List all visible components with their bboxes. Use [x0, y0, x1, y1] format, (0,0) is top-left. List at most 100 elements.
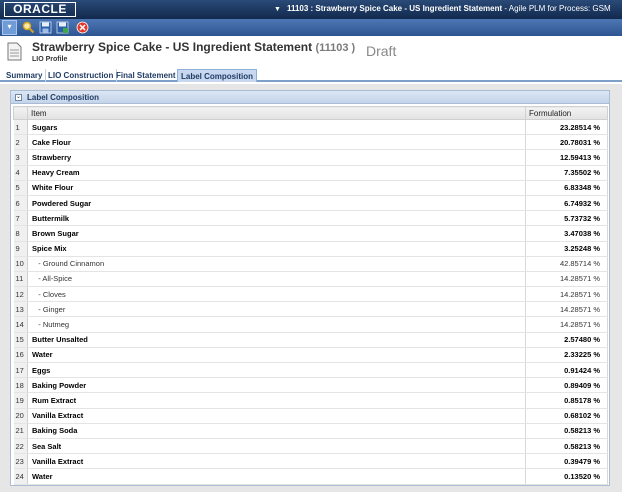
row-number: 19 — [13, 392, 28, 409]
row-number: 20 — [13, 408, 28, 424]
formulation-cell: 6.83348 % — [525, 180, 608, 196]
row-number: 21 — [13, 423, 28, 439]
window-title-suffix: - Agile PLM for Process: GSM — [502, 4, 611, 13]
row-number: 16 — [13, 347, 28, 364]
page-title-text: Strawberry Spice Cake - US Ingredient St… — [32, 40, 313, 54]
table-row[interactable]: 20 Vanilla Extract 0.68102 % — [13, 408, 608, 424]
table-body: 1 Sugars 23.28514 % 2 Cake Flour 20.78031 % 3 S… — [13, 119, 608, 485]
table-row[interactable]: 14 - Nutmeg 14.28571 % — [13, 316, 608, 333]
table-row[interactable]: 5 White Flour 6.83348 % — [13, 180, 608, 196]
label-composition-panel: ⌄ Label Composition Item Formulation 1 Su… — [10, 90, 610, 486]
item-cell: Water — [27, 468, 526, 485]
row-number: 17 — [13, 362, 28, 379]
column-header-item[interactable]: Item — [27, 106, 526, 120]
search-icon[interactable] — [22, 21, 35, 34]
item-cell: Vanilla Extract — [27, 408, 526, 424]
formulation-cell: 6.74932 % — [525, 195, 608, 212]
table-row[interactable]: 23 Vanilla Extract 0.39479 % — [13, 453, 608, 470]
row-number: 5 — [13, 180, 28, 196]
panel-header: ⌄ Label Composition — [11, 91, 609, 104]
tab-lio-construction[interactable]: LIO Construction — [45, 69, 118, 82]
table-row[interactable]: 7 Buttermilk 5.73732 % — [13, 210, 608, 227]
item-cell: Vanilla Extract — [27, 453, 526, 470]
collapse-icon[interactable]: ⌄ — [15, 94, 22, 101]
formulation-cell: 23.28514 % — [525, 119, 608, 136]
item-cell: Sea Salt — [27, 438, 526, 455]
item-cell: - Nutmeg — [27, 316, 526, 333]
formulation-cell: 14.28571 % — [525, 316, 608, 333]
row-number: 7 — [13, 210, 28, 227]
item-cell: - Ground Cinnamon — [27, 256, 526, 272]
window-title-main: 11103 : Strawberry Spice Cake - US Ingre… — [286, 4, 503, 13]
row-number: 24 — [13, 468, 28, 485]
item-cell: Powdered Sugar — [27, 195, 526, 212]
row-number-header — [13, 106, 28, 120]
toolbar: ▾ — [0, 19, 622, 36]
formulation-cell: 42.85714 % — [525, 256, 608, 272]
tab-label-composition[interactable]: Label Composition — [177, 69, 257, 82]
save-as-icon[interactable] — [56, 21, 69, 34]
formulation-cell: 12.59413 % — [525, 149, 608, 166]
formulation-cell: 0.68102 % — [525, 408, 608, 424]
formulation-cell: 14.28571 % — [525, 286, 608, 303]
formulation-cell: 0.58213 % — [525, 438, 608, 455]
formulation-cell: 0.85178 % — [525, 392, 608, 409]
table-row[interactable]: 13 - Ginger 14.28571 % — [13, 301, 608, 318]
table-row[interactable]: 16 Water 2.33225 % — [13, 347, 608, 364]
table-row[interactable]: 12 - Cloves 14.28571 % — [13, 286, 608, 303]
table-row[interactable]: 17 Eggs 0.91424 % — [13, 362, 608, 379]
panel-title: Label Composition — [27, 93, 99, 102]
formulation-cell: 0.91424 % — [525, 362, 608, 379]
item-cell: Heavy Cream — [27, 165, 526, 181]
status-label: Draft — [366, 43, 397, 59]
table-row[interactable]: 24 Water 0.13520 % — [13, 468, 608, 485]
item-cell: Buttermilk — [27, 210, 526, 227]
table-row[interactable]: 2 Cake Flour 20.78031 % — [13, 134, 608, 151]
formulation-cell: 0.58213 % — [525, 423, 608, 439]
item-cell: Strawberry — [27, 149, 526, 166]
table-row[interactable]: 21 Baking Soda 0.58213 % — [13, 423, 608, 439]
row-number: 6 — [13, 195, 28, 212]
item-cell: - Ginger — [27, 301, 526, 318]
table-row[interactable]: 9 Spice Mix 3.25248 % — [13, 241, 608, 257]
row-number: 8 — [13, 225, 28, 242]
table-row[interactable]: 11 - All-Spice 14.28571 % — [13, 271, 608, 288]
dropdown-arrow-icon[interactable]: ▼ — [274, 6, 281, 13]
document-icon — [7, 42, 22, 61]
formulation-cell: 3.25248 % — [525, 241, 608, 257]
table-row[interactable]: 19 Rum Extract 0.85178 % — [13, 392, 608, 409]
formulation-cell: 5.73732 % — [525, 210, 608, 227]
tab-final-statement[interactable]: Final Statement — [113, 69, 180, 82]
item-cell: - All-Spice — [27, 271, 526, 288]
table-row[interactable]: 6 Powdered Sugar 6.74932 % — [13, 195, 608, 212]
table-row[interactable]: 4 Heavy Cream 7.35502 % — [13, 165, 608, 181]
item-cell: Baking Soda — [27, 423, 526, 439]
row-number: 3 — [13, 149, 28, 166]
item-cell: Eggs — [27, 362, 526, 379]
window-title: ▼ 11103 : Strawberry Spice Cake - US Ingr… — [274, 4, 611, 13]
row-number: 9 — [13, 241, 28, 257]
item-cell: Spice Mix — [27, 241, 526, 257]
save-icon[interactable] — [39, 21, 52, 34]
row-number: 2 — [13, 134, 28, 151]
column-header-formulation[interactable]: Formulation — [525, 106, 608, 120]
table-row[interactable]: 15 Butter Unsalted 2.57480 % — [13, 332, 608, 348]
table-row[interactable]: 18 Baking Powder 0.89409 % — [13, 377, 608, 394]
table-row[interactable]: 10 - Ground Cinnamon 42.85714 % — [13, 256, 608, 272]
formulation-cell: 0.89409 % — [525, 377, 608, 394]
row-number: 15 — [13, 332, 28, 348]
tab-summary[interactable]: Summary — [3, 69, 47, 82]
formulation-cell: 14.28571 % — [525, 271, 608, 288]
table-row[interactable]: 1 Sugars 23.28514 % — [13, 119, 608, 136]
menu-icon[interactable]: ▾ — [2, 20, 17, 35]
row-number: 18 — [13, 377, 28, 394]
table-row[interactable]: 3 Strawberry 12.59413 % — [13, 149, 608, 166]
page-header: Strawberry Spice Cake - US Ingredient St… — [0, 36, 622, 69]
page-number: (11103 ) — [315, 42, 356, 54]
close-icon[interactable] — [76, 21, 89, 34]
formulation-cell: 14.28571 % — [525, 301, 608, 318]
table-row[interactable]: 8 Brown Sugar 3.47038 % — [13, 225, 608, 242]
row-number: 14 — [13, 316, 28, 333]
row-number: 4 — [13, 165, 28, 181]
table-row[interactable]: 22 Sea Salt 0.58213 % — [13, 438, 608, 455]
